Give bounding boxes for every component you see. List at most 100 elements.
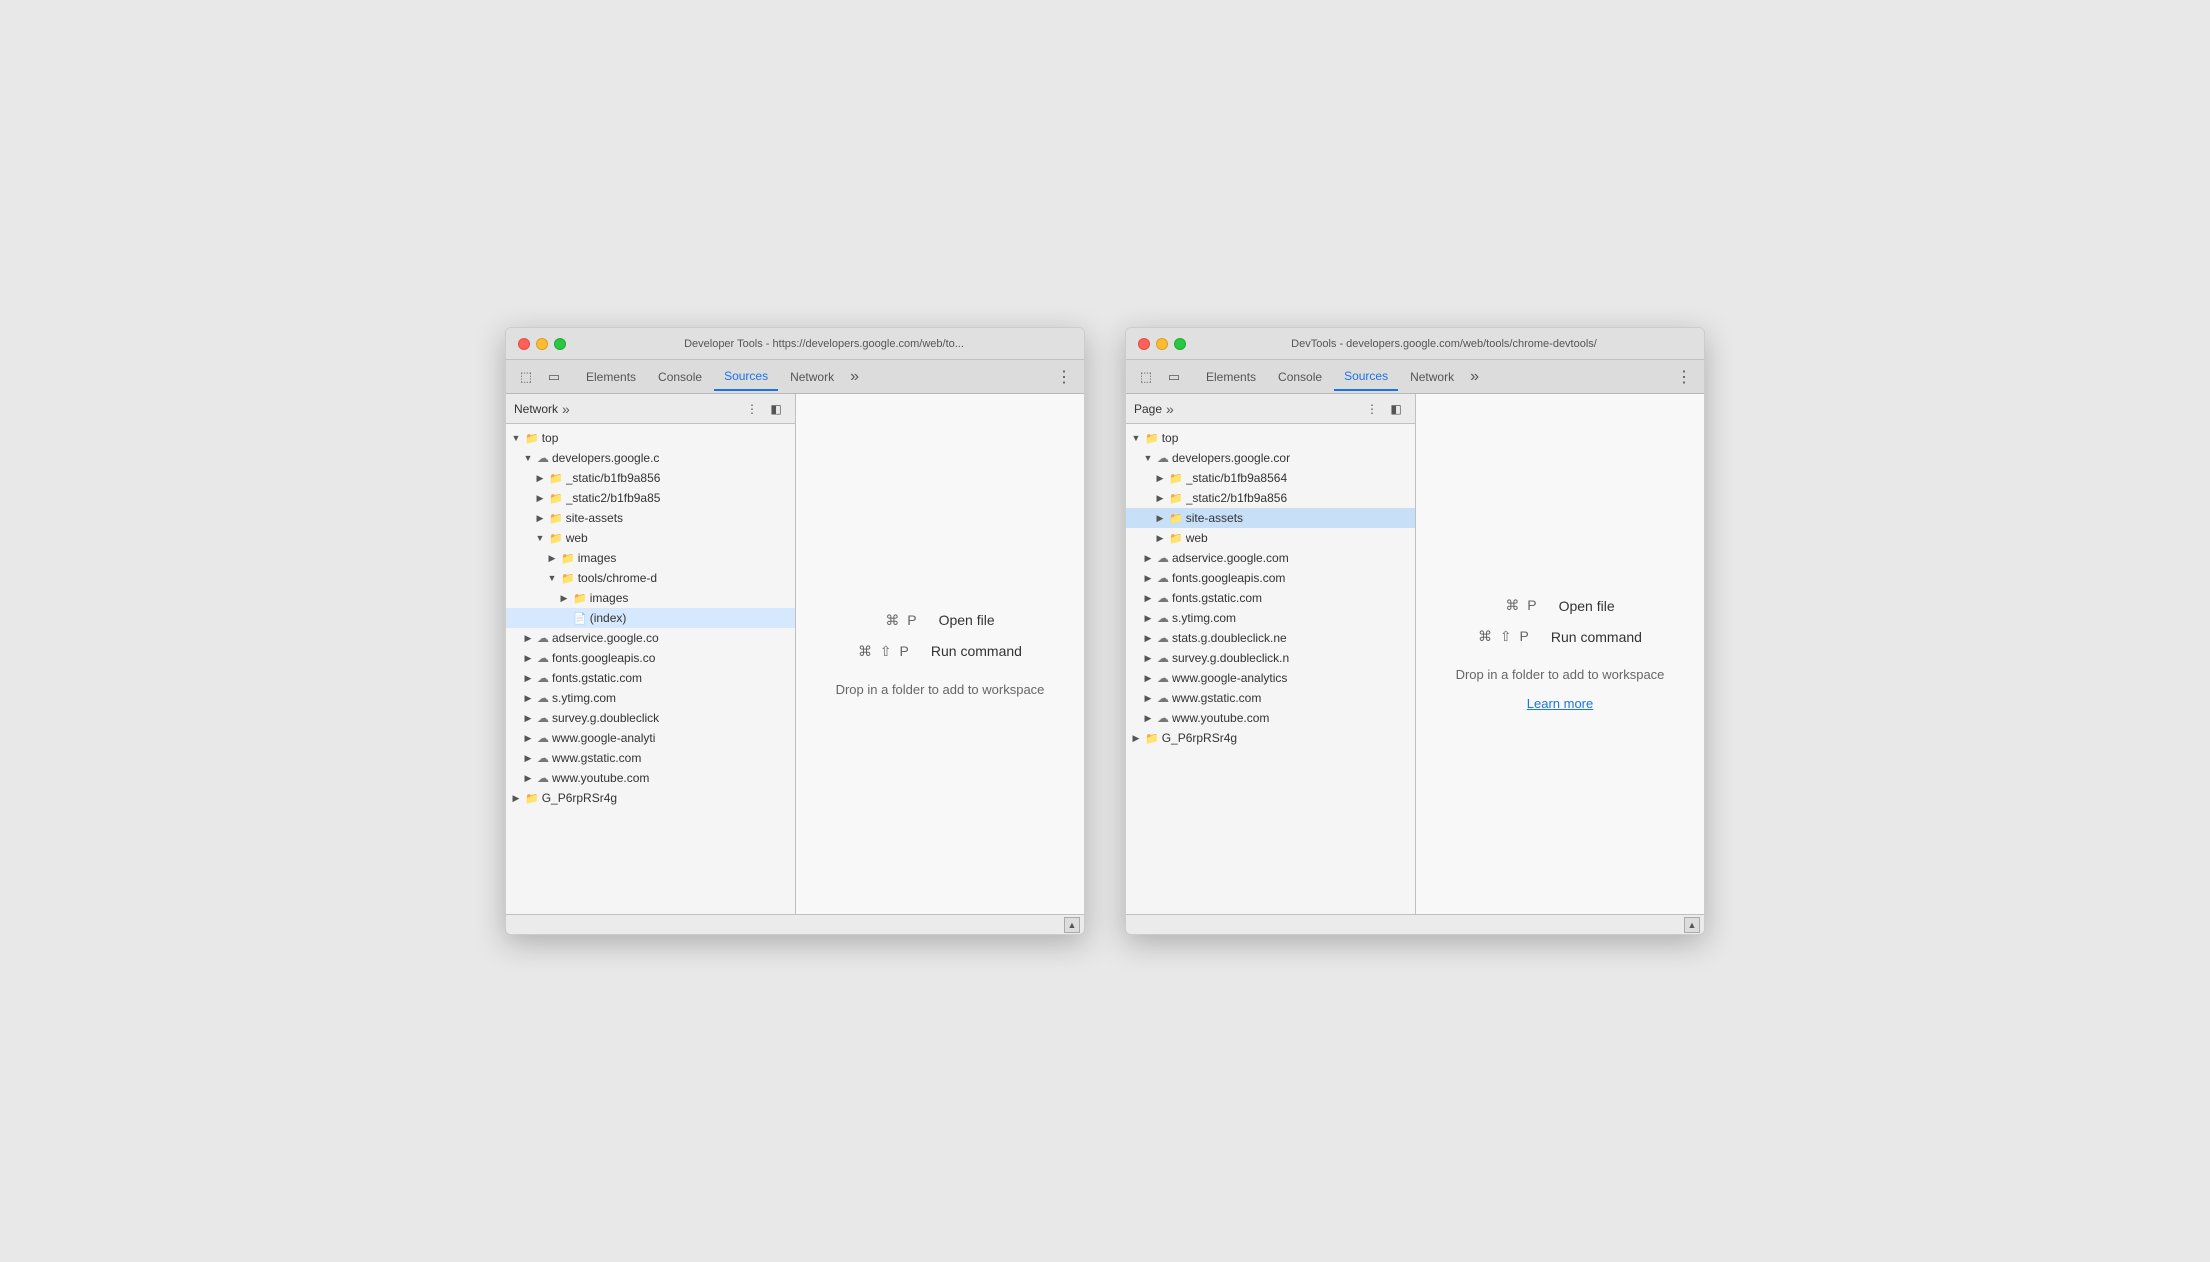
tree-item[interactable]: ☁www.youtube.com xyxy=(506,768,795,788)
tree-item[interactable]: ☁developers.google.cor xyxy=(1126,448,1415,468)
tree-item[interactable]: 📁G_P6rpRSr4g xyxy=(506,788,795,808)
tree-item[interactable]: 📁site-assets xyxy=(1126,508,1415,528)
tree-item[interactable]: 📁_static2/b1fb9a856 xyxy=(1126,488,1415,508)
tree-arrow xyxy=(1142,672,1154,684)
tab-bar-menu-1[interactable]: ⋮ xyxy=(1052,363,1076,391)
maximize-button-1[interactable] xyxy=(554,338,566,350)
right-panel-2: ⌘ P Open file ⌘ ⇧ P Run command Drop in … xyxy=(1416,394,1704,914)
tree-item[interactable]: 📁_static/b1fb9a856 xyxy=(506,468,795,488)
close-button-1[interactable] xyxy=(518,338,530,350)
devtools-device-icon-2[interactable]: ▭ xyxy=(1162,365,1186,389)
sidebar-menu-icon-2[interactable]: ⋮ xyxy=(1361,398,1383,420)
traffic-lights-1 xyxy=(518,338,566,350)
tab-bar-icons-2: ⬚ ▭ xyxy=(1134,365,1186,389)
tab-sources-1[interactable]: Sources xyxy=(714,363,778,391)
window-title-1: Developer Tools - https://developers.goo… xyxy=(576,338,1072,350)
tree-item-label: web xyxy=(1186,531,1208,545)
minimize-button-2[interactable] xyxy=(1156,338,1168,350)
tab-console-1[interactable]: Console xyxy=(648,364,712,390)
tree-arrow xyxy=(1154,512,1166,524)
tab-network-2[interactable]: Network xyxy=(1400,364,1464,390)
tree-arrow xyxy=(1142,572,1154,584)
tree-item[interactable]: ☁adservice.google.com xyxy=(1126,548,1415,568)
tree-item[interactable]: 📁site-assets xyxy=(506,508,795,528)
tree-item[interactable]: ☁fonts.gstatic.com xyxy=(506,668,795,688)
devtools-inspect-icon-2[interactable]: ⬚ xyxy=(1134,365,1158,389)
tree-item[interactable]: 📁images xyxy=(506,548,795,568)
tab-more-1[interactable]: » xyxy=(846,368,863,386)
tree-item[interactable]: ☁survey.g.doubleclick.n xyxy=(1126,648,1415,668)
folder-icon: 📁 xyxy=(1169,512,1183,525)
folder-icon: 📁 xyxy=(1169,532,1183,545)
sidebar-2: Page » ⋮ ◧ 📁top☁developers.google.cor📁_s… xyxy=(1126,394,1416,914)
folder-icon: 📁 xyxy=(573,592,587,605)
devtools-inspect-icon[interactable]: ⬚ xyxy=(514,365,538,389)
tree-item[interactable]: ☁adservice.google.co xyxy=(506,628,795,648)
folder-icon: 📁 xyxy=(549,472,563,485)
tree-item[interactable]: ☁developers.google.c xyxy=(506,448,795,468)
tree-item-label: fonts.googleapis.co xyxy=(552,651,655,665)
devtools-device-icon[interactable]: ▭ xyxy=(542,365,566,389)
bottom-bar-2: ▲ xyxy=(1126,914,1704,934)
tree-arrow xyxy=(558,592,570,604)
tree-arrow xyxy=(522,452,534,464)
tree-arrow xyxy=(522,732,534,744)
tree-item[interactable]: 📁web xyxy=(506,528,795,548)
tree-item[interactable]: 📁tools/chrome-d xyxy=(506,568,795,588)
tree-item-label: fonts.gstatic.com xyxy=(552,671,642,685)
close-button-2[interactable] xyxy=(1138,338,1150,350)
tree-item[interactable]: ☁www.google-analyti xyxy=(506,728,795,748)
cloud-icon: ☁ xyxy=(537,751,549,765)
folder-icon: 📁 xyxy=(1169,472,1183,485)
tree-item[interactable]: ☁www.google-analytics xyxy=(1126,668,1415,688)
tab-elements-1[interactable]: Elements xyxy=(576,364,646,390)
tree-item[interactable]: 📁top xyxy=(1126,428,1415,448)
tree-item[interactable]: ☁fonts.googleapis.co xyxy=(506,648,795,668)
tree-item[interactable]: 📁top xyxy=(506,428,795,448)
sidebar-toggle-icon-2[interactable]: ◧ xyxy=(1385,398,1407,420)
tree-item[interactable]: ☁fonts.gstatic.com xyxy=(1126,588,1415,608)
tree-item-label: top xyxy=(542,431,559,445)
tree-item[interactable]: ☁stats.g.doubleclick.ne xyxy=(1126,628,1415,648)
tree-arrow xyxy=(522,692,534,704)
sidebar-more-1[interactable]: » xyxy=(562,401,570,417)
tree-item[interactable]: ☁s.ytimg.com xyxy=(506,688,795,708)
tree-item[interactable]: ☁www.gstatic.com xyxy=(506,748,795,768)
cmd1-key-1: ⌘ P xyxy=(885,612,918,629)
tree-item[interactable]: 📁images xyxy=(506,588,795,608)
minimize-button-1[interactable] xyxy=(536,338,548,350)
cmd-row-1a: ⌘ P Open file xyxy=(885,612,994,629)
tab-network-1[interactable]: Network xyxy=(780,364,844,390)
tree-item-label: www.google-analytics xyxy=(1172,671,1287,685)
tree-item[interactable]: 📁_static2/b1fb9a85 xyxy=(506,488,795,508)
scroll-btn-1[interactable]: ▲ xyxy=(1064,917,1080,933)
tree-item[interactable]: 📁_static/b1fb9a8564 xyxy=(1126,468,1415,488)
cmd-row-1b: ⌘ ⇧ P Run command xyxy=(858,643,1022,660)
sidebar-toggle-icon-1[interactable]: ◧ xyxy=(765,398,787,420)
tree-item[interactable]: 📄(index) xyxy=(506,608,795,628)
tab-sources-2[interactable]: Sources xyxy=(1334,363,1398,391)
title-bar-1: Developer Tools - https://developers.goo… xyxy=(506,328,1084,360)
tree-item-label: _static/b1fb9a8564 xyxy=(1186,471,1287,485)
scroll-btn-2[interactable]: ▲ xyxy=(1684,917,1700,933)
tree-arrow xyxy=(534,512,546,524)
tree-item[interactable]: ☁fonts.googleapis.com xyxy=(1126,568,1415,588)
sidebar-more-2[interactable]: » xyxy=(1166,401,1174,417)
tree-item[interactable]: ☁survey.g.doubleclick xyxy=(506,708,795,728)
tab-console-2[interactable]: Console xyxy=(1268,364,1332,390)
tree-item[interactable]: ☁s.ytimg.com xyxy=(1126,608,1415,628)
sidebar-menu-icon-1[interactable]: ⋮ xyxy=(741,398,763,420)
tree-item[interactable]: 📁G_P6rpRSr4g xyxy=(1126,728,1415,748)
learn-more-link[interactable]: Learn more xyxy=(1527,696,1593,711)
tab-bar-menu-2[interactable]: ⋮ xyxy=(1672,363,1696,391)
cloud-icon: ☁ xyxy=(1157,671,1169,685)
maximize-button-2[interactable] xyxy=(1174,338,1186,350)
tree-arrow xyxy=(1130,732,1142,744)
tree-item[interactable]: ☁www.youtube.com xyxy=(1126,708,1415,728)
tree-item-label: fonts.googleapis.com xyxy=(1172,571,1285,585)
tree-item[interactable]: 📁web xyxy=(1126,528,1415,548)
cmd-row-2a: ⌘ P Open file xyxy=(1505,597,1614,614)
tab-more-2[interactable]: » xyxy=(1466,368,1483,386)
tab-elements-2[interactable]: Elements xyxy=(1196,364,1266,390)
tree-item[interactable]: ☁www.gstatic.com xyxy=(1126,688,1415,708)
